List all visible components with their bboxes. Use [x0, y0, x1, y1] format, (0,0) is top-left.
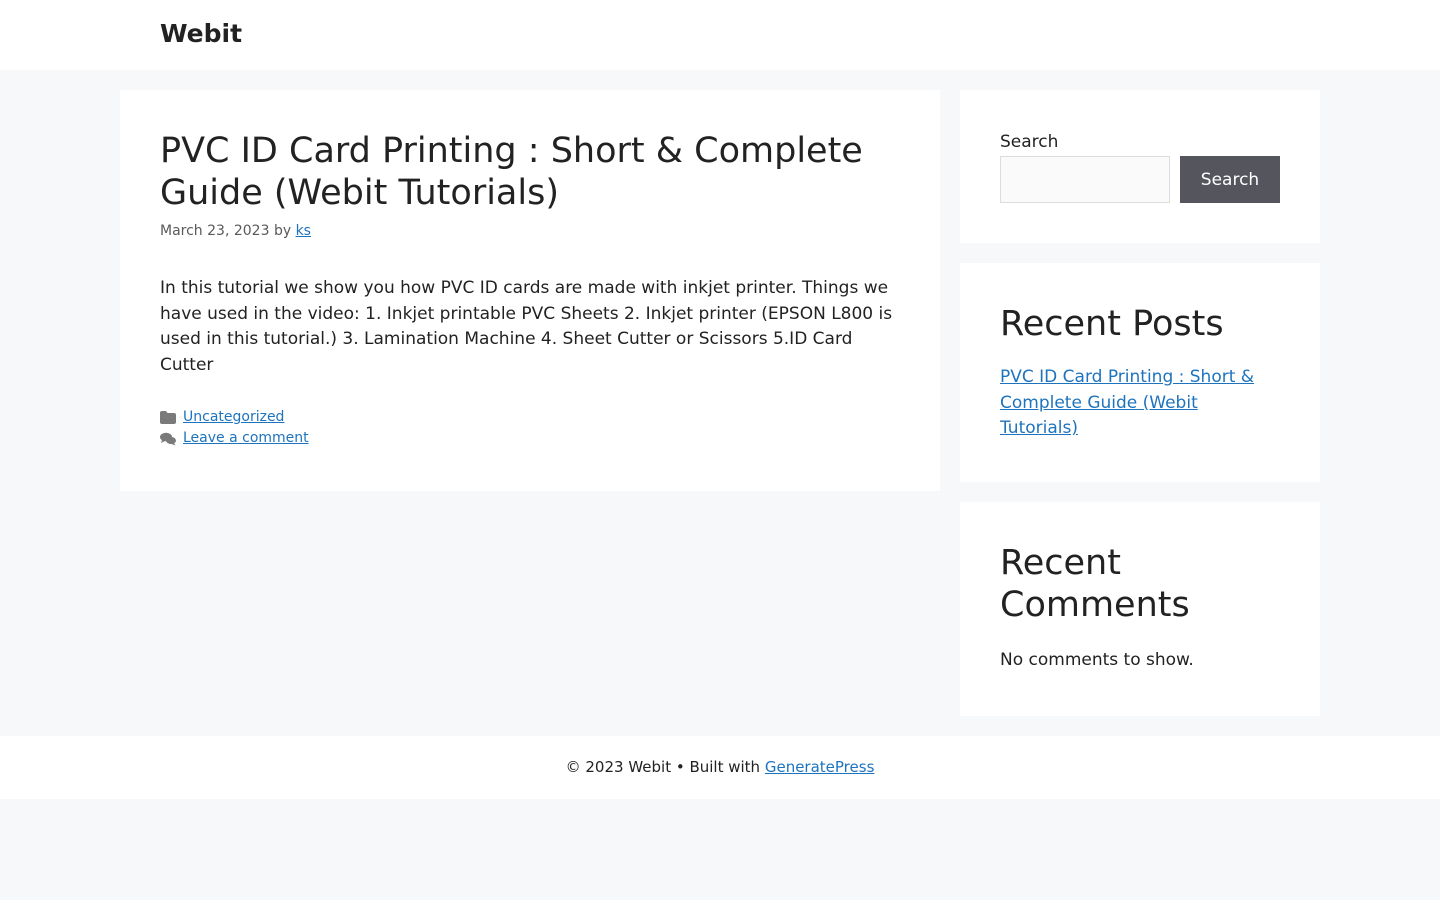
- site-header: Webit: [0, 0, 1440, 70]
- leave-comment-link[interactable]: Leave a comment: [183, 428, 309, 449]
- search-button[interactable]: Search: [1180, 156, 1280, 203]
- generatepress-link[interactable]: GeneratePress: [765, 758, 875, 776]
- post-date: March 23, 2023: [160, 223, 270, 239]
- recent-posts-widget: Recent Posts PVC ID Card Printing : Shor…: [960, 263, 1320, 482]
- post-footer: Uncategorized Leave a comment: [160, 407, 309, 449]
- search-label: Search: [1000, 132, 1059, 152]
- post-category-row: Uncategorized: [160, 407, 309, 428]
- recent-post-link[interactable]: PVC ID Card Printing : Short & Complete …: [1000, 365, 1270, 442]
- category-link[interactable]: Uncategorized: [183, 407, 284, 428]
- copyright-info: © 2023 Webit • Built with GeneratePress: [0, 756, 1440, 778]
- post-by-label: by: [273, 223, 292, 239]
- post-content: In this tutorial we show you how PVC ID …: [160, 278, 893, 375]
- copyright-text: © 2023 Webit • Built with: [565, 758, 761, 776]
- folder-icon: [160, 411, 176, 425]
- site-title[interactable]: Webit: [160, 17, 242, 51]
- post-meta: March 23, 2023 by ks: [160, 221, 311, 241]
- post-article: PVC ID Card Printing : Short & Complete …: [120, 90, 940, 491]
- post-title: PVC ID Card Printing : Short & Complete …: [160, 131, 863, 213]
- post-comment-row: Leave a comment: [160, 428, 309, 449]
- recent-posts-title: Recent Posts: [1000, 304, 1224, 344]
- no-comments-text: No comments to show.: [1000, 650, 1194, 670]
- site-footer: © 2023 Webit • Built with GeneratePress: [0, 736, 1440, 799]
- search-input[interactable]: [1000, 156, 1170, 203]
- post-author-link[interactable]: ks: [296, 223, 311, 239]
- search-widget: Search Search: [960, 90, 1320, 243]
- comments-icon: [160, 432, 176, 446]
- recent-comments-title: Recent Comments: [1000, 543, 1190, 625]
- recent-comments-widget: Recent Comments No comments to show.: [960, 502, 1320, 716]
